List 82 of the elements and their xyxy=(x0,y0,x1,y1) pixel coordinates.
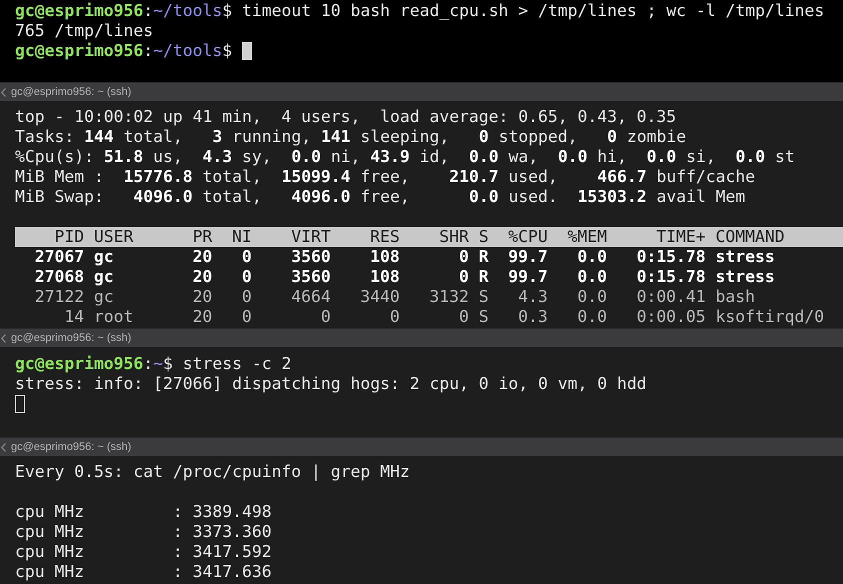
terminal-line: cpu MHz : 3417.592 xyxy=(15,542,272,562)
table-cell-text: 20 xyxy=(192,267,212,287)
table-cell-text: 14 xyxy=(63,307,84,327)
table-cell-text: 3560 xyxy=(290,267,331,287)
chevron-icon[interactable] xyxy=(1,88,6,96)
terminal-line: gc@esprimo956:~/tools$ xyxy=(15,41,232,61)
table-cell-text: 0 xyxy=(458,307,469,327)
table-cell-text: 0 xyxy=(458,267,469,287)
table-cell-text: 108 xyxy=(369,247,400,267)
column-header: RES xyxy=(369,227,400,247)
table-cell-text: root xyxy=(94,307,134,327)
table-cell-text: 3132 xyxy=(428,287,469,307)
column-header: SHR xyxy=(438,227,469,247)
terminal-line: MiB Mem : 15776.8 total, 15099.4 free, 210.7 used, 466.7 buff/cache xyxy=(15,167,756,187)
terminal-line: gc@esprimo956:~$ stress -c 2 xyxy=(15,354,292,374)
table-cell-text: 0:15.78 xyxy=(636,267,706,287)
table-cell-text: S xyxy=(478,307,489,327)
table-cell-text: 0.0 xyxy=(576,267,607,287)
table-cell-text: 0 xyxy=(320,307,331,327)
pane-title: gc@esprimo956: ~ (ssh) xyxy=(11,331,132,345)
table-cell: bash xyxy=(716,287,755,307)
table-cell-text: 0.0 xyxy=(576,307,607,327)
terminal-line: MiB Swap: 4096.0 total, 4096.0 free, 0.0 used. 15303.2 avail Mem xyxy=(15,187,746,207)
table-cell-text: 0 xyxy=(240,267,252,287)
terminal-line: Every 0.5s: cat /proc/cpuinfo | grep MHz xyxy=(15,462,410,482)
table-cell-text: 0:00.05 xyxy=(636,307,706,327)
table-cell-text: 99.7 xyxy=(507,247,548,267)
table-cell-text: 0.0 xyxy=(576,247,607,267)
table-cell-text: R xyxy=(478,267,489,287)
cursor xyxy=(15,395,25,413)
table-cell: stress xyxy=(716,247,775,267)
column-header: USER xyxy=(94,227,134,247)
table-cell-text: gc xyxy=(94,287,115,307)
column-header: S xyxy=(478,227,489,247)
table-cell-text: gc xyxy=(94,247,115,267)
column-header: COMMAND xyxy=(716,227,785,247)
table-cell-text: 0 xyxy=(240,287,252,307)
chevron-icon[interactable] xyxy=(1,334,6,342)
terminal-line: %Cpu(s): 51.8 us, 4.3 sy, 0.0 ni, 43.9 id, 0.0 wa, 0.0 hi, 0.0 si, 0.0 st xyxy=(15,147,795,167)
pane-title: gc@esprimo956: ~ (ssh) xyxy=(11,85,132,99)
table-cell-text: 0.3 xyxy=(517,307,548,327)
table-cell-text: 0 xyxy=(388,307,400,327)
table-cell-text: 27122 xyxy=(34,287,84,307)
column-header: %CPU xyxy=(507,227,548,247)
terminal-line: 765 /tmp/lines xyxy=(15,21,154,41)
terminal-line: Tasks: 144 total, 3 running, 141 sleeping, 0 stopped, 0 zombie xyxy=(15,127,686,147)
table-cell-text: 4664 xyxy=(290,287,331,307)
table-cell-text: 27067 xyxy=(34,247,84,267)
column-header: NI xyxy=(231,227,252,247)
terminal-line: cpu MHz : 3417.636 xyxy=(15,562,272,582)
table-cell-text: gc xyxy=(94,267,115,287)
column-header: VIRT xyxy=(290,227,331,247)
table-cell-text: 27068 xyxy=(34,267,84,287)
table-cell-text: 4.3 xyxy=(517,287,548,307)
table-cell-text: 0 xyxy=(240,307,252,327)
chevron-icon[interactable] xyxy=(1,442,6,452)
table-cell-text: 99.7 xyxy=(507,267,548,287)
table-cell-text: 0 xyxy=(240,247,252,267)
table-cell-text: 0:15.78 xyxy=(636,247,706,267)
column-header: PID xyxy=(53,227,84,247)
table-cell-text: 0:00.41 xyxy=(636,287,706,307)
table-cell-text: 3560 xyxy=(290,247,331,267)
terminal-line: top - 10:00:02 up 41 min, 4 users, load average: 0.65, 0.43, 0.35 xyxy=(15,107,676,127)
table-cell-text: 20 xyxy=(192,307,212,327)
table-cell-text: 20 xyxy=(192,287,212,307)
terminal-line: gc@esprimo956:~/tools$ timeout 10 bash read_cpu.sh > /tmp/lines ; wc -l /tmp/lines xyxy=(15,1,824,21)
table-cell-text: S xyxy=(478,287,489,307)
column-header: PR xyxy=(192,227,212,247)
terminal-line: stress: info: [27066] dispatching hogs: 2 cpu, 0 io, 0 vm, 0 hdd xyxy=(15,374,647,394)
table-cell-text: 0 xyxy=(458,247,469,267)
pane-title: gc@esprimo956: ~ (ssh) xyxy=(11,440,132,454)
table-cell-text: 108 xyxy=(369,267,400,287)
table-cell-text: 3440 xyxy=(359,287,400,307)
table-cell: stress xyxy=(716,267,775,287)
column-header: %MEM xyxy=(566,227,607,247)
table-cell-text: R xyxy=(478,247,489,267)
terminal-line: cpu MHz : 3389.498 xyxy=(15,502,272,522)
table-cell-text: 20 xyxy=(192,247,212,267)
terminal-line: cpu MHz : 3373.360 xyxy=(15,522,272,542)
table-cell: ksoftirqd/0 xyxy=(716,307,824,327)
column-header: TIME+ xyxy=(655,227,706,247)
table-cell-text: 0.0 xyxy=(576,287,607,307)
